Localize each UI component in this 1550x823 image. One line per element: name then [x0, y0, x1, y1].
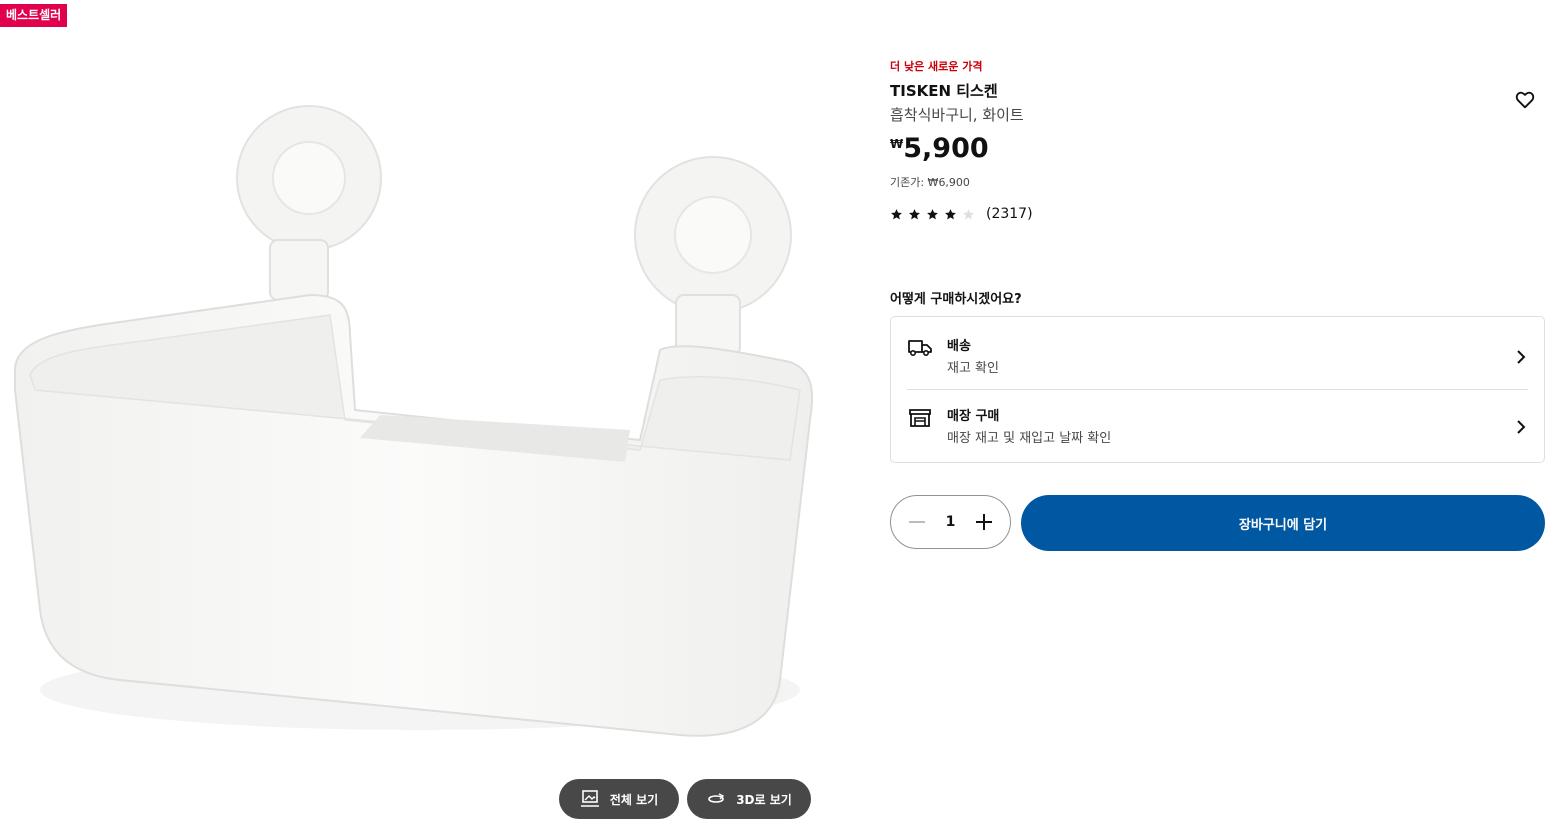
delivery-title: 배송 — [947, 339, 971, 354]
star-filled-icon — [927, 208, 938, 219]
product-name: TISKEN 티스켄 — [890, 82, 998, 100]
bestseller-badge: 베스트셀러 — [0, 4, 68, 27]
truck-icon — [908, 340, 932, 357]
view-3d-label: 3D로 보기 — [736, 792, 792, 807]
star-filled-icon — [891, 208, 902, 219]
product-image[interactable] — [0, 90, 830, 760]
review-count: (2317) — [986, 206, 1033, 222]
minus-icon[interactable] — [905, 510, 929, 534]
store-subtitle: 매장 재고 및 재입고 날짜 확인 — [947, 431, 1112, 446]
chevron-right-icon — [1517, 350, 1526, 364]
price-amount: 5,900 — [903, 133, 989, 164]
store-title: 매장 구매 — [947, 409, 1000, 424]
product-description: 흡착식바구니, 화이트 — [890, 106, 1024, 124]
rotate-3d-icon — [708, 793, 725, 803]
store-icon — [909, 409, 931, 427]
rating[interactable]: (2317) — [890, 206, 1033, 222]
price-currency: ₩ — [890, 137, 904, 151]
star-filled-icon — [945, 208, 956, 219]
plus-icon[interactable] — [972, 510, 996, 534]
purchase-options: 배송 재고 확인 매장 구매 매장 재고 및 재입고 날짜 확인 — [890, 316, 1545, 463]
quantity-value[interactable]: 1 — [946, 514, 956, 530]
delivery-option[interactable]: 배송 재고 확인 — [907, 323, 1528, 390]
promo-label: 더 낮은 새로운 가격 — [890, 60, 983, 73]
full-view-button[interactable]: 전체 보기 — [559, 779, 679, 819]
purchase-heading: 어떻게 구매하시겠어요? — [890, 292, 1022, 307]
add-to-cart-button[interactable]: 장바구니에 담기 — [1021, 495, 1545, 551]
rating-stars — [890, 208, 975, 221]
heart-icon[interactable] — [1514, 89, 1536, 111]
gallery-icon — [580, 790, 599, 807]
quantity-stepper[interactable]: 1 — [890, 495, 1011, 549]
view-3d-button[interactable]: 3D로 보기 — [687, 779, 811, 819]
price: ₩5,900 — [890, 133, 989, 164]
chevron-right-icon — [1517, 420, 1526, 434]
delivery-subtitle: 재고 확인 — [947, 361, 999, 376]
star-filled-icon — [909, 208, 920, 219]
store-option[interactable]: 매장 구매 매장 재고 및 재입고 날짜 확인 — [907, 393, 1528, 459]
original-price: 기존가: ₩6,900 — [890, 176, 970, 189]
star-empty-icon — [963, 208, 974, 219]
full-view-label: 전체 보기 — [609, 792, 659, 807]
